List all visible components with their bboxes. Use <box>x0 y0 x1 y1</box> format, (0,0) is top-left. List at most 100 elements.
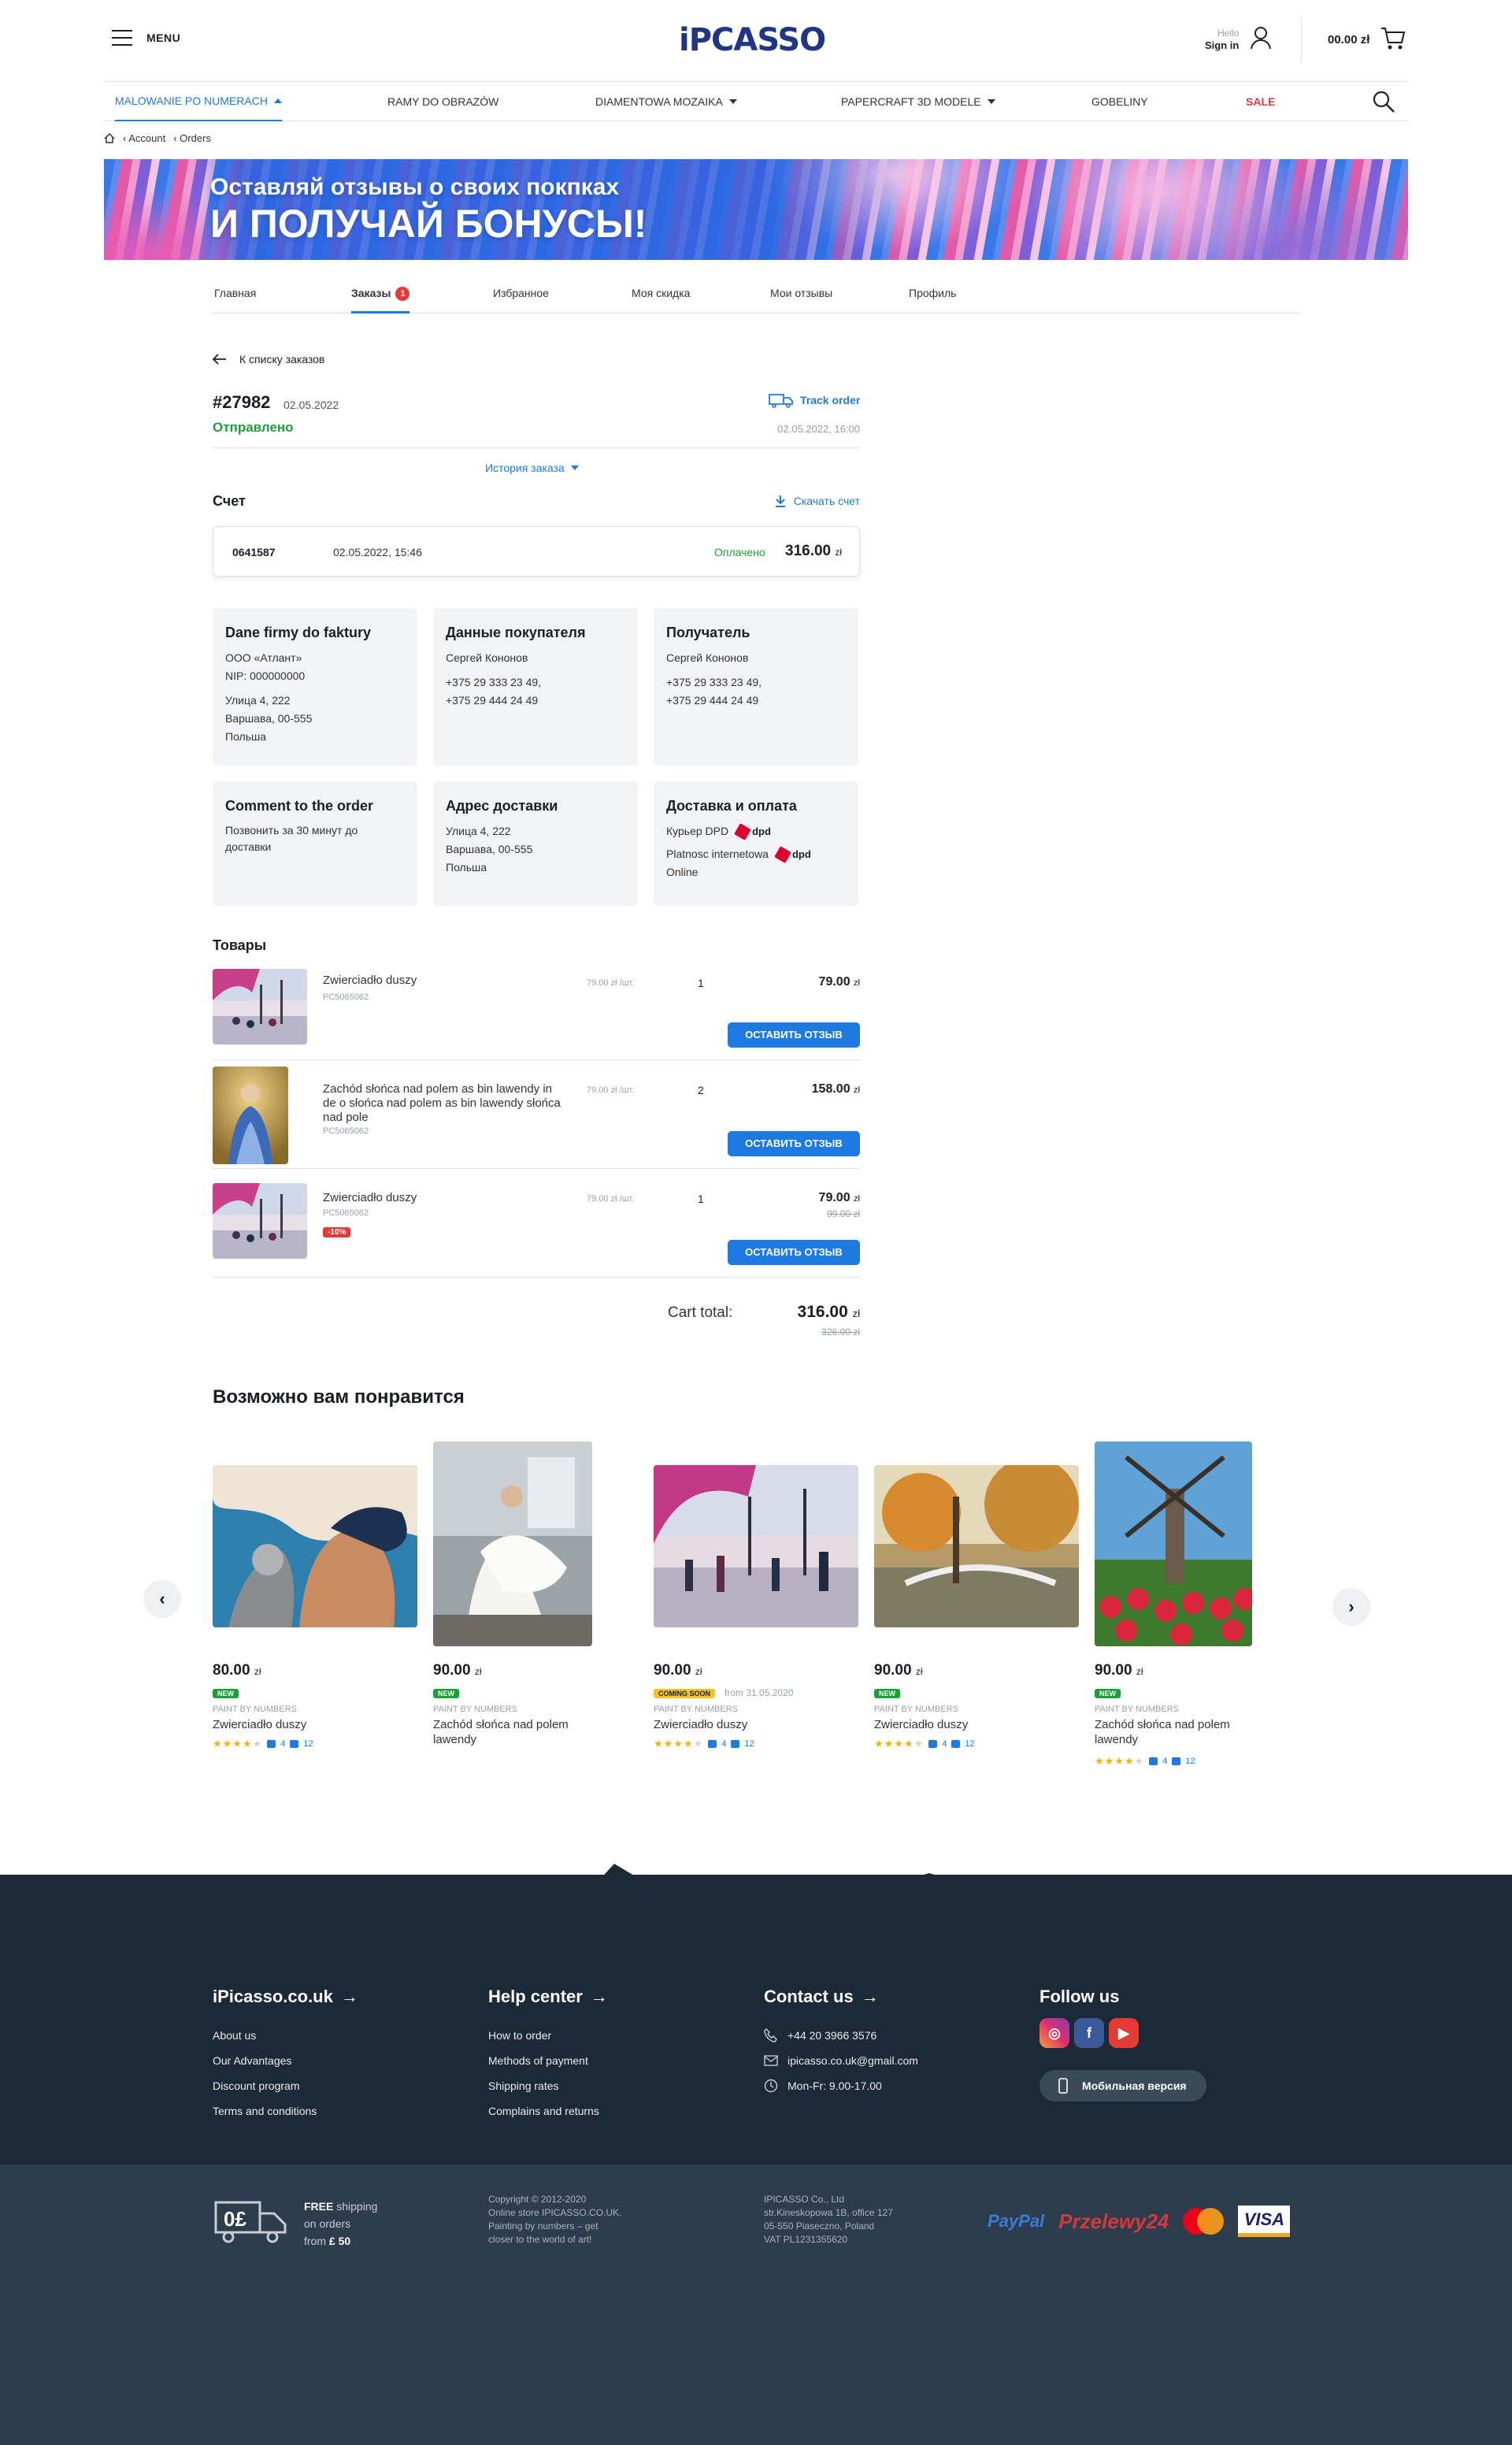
footer-phone[interactable]: +44 20 3966 3576 <box>764 2023 918 2048</box>
nav-item-ramy[interactable]: RAMY DO OBRAZÓW <box>387 82 498 121</box>
product-image[interactable] <box>654 1465 858 1627</box>
coming-soon-date: from 31.05.2020 <box>724 1687 794 1698</box>
sign-in-link[interactable]: Hello Sign in <box>1205 27 1239 52</box>
cart-icon[interactable] <box>1380 25 1406 50</box>
product-image[interactable] <box>874 1465 1079 1627</box>
product-card[interactable]: 80.00 zł NEW PAINT BY NUMBERS Zwierciadł… <box>213 1441 417 1772</box>
nav-item-diamentowa[interactable]: DIAMENTOWA MOZAIKA <box>595 82 737 121</box>
product-card[interactable]: 90.00 zł NEW PAINT BY NUMBERS Zachód sło… <box>1095 1441 1299 1772</box>
product-image[interactable] <box>213 1465 417 1627</box>
footer-link[interactable]: Shipping rates <box>488 2073 608 2098</box>
invoice-status: Оплачено <box>714 546 765 558</box>
chevron-down-icon <box>570 466 579 470</box>
promo-banner[interactable]: Оставляй отзывы о своих покпках И ПОЛУЧА… <box>104 159 1408 260</box>
breadcrumb-account[interactable]: ‹ Account <box>123 132 165 144</box>
user-icon[interactable] <box>1249 25 1273 50</box>
nav-item-gobeliny[interactable]: GOBELINY <box>1091 82 1148 121</box>
clock-icon <box>764 2079 778 2093</box>
cart-total[interactable]: 00.00 zł <box>1328 33 1369 46</box>
caret-up-icon <box>273 98 282 103</box>
product-image[interactable] <box>433 1441 592 1646</box>
breadcrumb-orders[interactable]: ‹ Orders <box>173 132 211 144</box>
site-logo[interactable]: iPCASSO <box>679 22 826 58</box>
leave-review-button[interactable]: Оставить отзыв <box>728 1240 860 1265</box>
comment-icon <box>928 1740 938 1748</box>
footer-col-title[interactable]: Help center → <box>488 1987 608 2007</box>
product-card[interactable]: 90.00 zł NEW PAINT BY NUMBERS Zwierciadł… <box>874 1441 1079 1772</box>
product-name[interactable]: Zachód słońca nad polem lawendy <box>433 1717 591 1747</box>
youtube-icon[interactable]: ▶ <box>1109 2018 1139 2048</box>
product-image[interactable] <box>213 1183 307 1259</box>
leave-review-button[interactable]: Оставить отзыв <box>728 1022 860 1048</box>
footer-link[interactable]: About us <box>213 2023 358 2048</box>
invoice-row[interactable]: 0641587 02.05.2022, 15:46 Оплачено 316.0… <box>213 526 860 577</box>
address-country: Польша <box>446 861 487 874</box>
product-qty: 2 <box>698 1084 704 1096</box>
menu-label: MENU <box>146 32 181 44</box>
footer-col-about: iPicasso.co.uk → About us Our Advantages … <box>213 1987 358 2124</box>
footer-link[interactable]: Our Advantages <box>213 2048 358 2073</box>
footer-link[interactable]: Terms and conditions <box>213 2098 358 2124</box>
product-card[interactable]: 90.00 zł NEW PAINT BY NUMBERS Zachód sło… <box>433 1441 638 1772</box>
product-name[interactable]: Zwierciadło duszy <box>213 1717 370 1732</box>
tab-orders[interactable]: Заказы 1 <box>351 287 410 314</box>
footer-link[interactable]: How to order <box>488 2023 608 2048</box>
instagram-icon[interactable]: ◎ <box>1040 2018 1069 2048</box>
facebook-icon[interactable]: f <box>1074 2018 1104 2048</box>
tab-reviews[interactable]: Мои отзывы <box>770 287 832 314</box>
footer-col-title[interactable]: Contact us → <box>764 1987 918 2007</box>
carousel-next-button[interactable]: › <box>1332 1588 1370 1626</box>
search-icon[interactable] <box>1372 90 1395 113</box>
product-image[interactable] <box>213 1067 288 1164</box>
breadcrumb: ‹ Account ‹ Orders <box>104 132 211 144</box>
footer-email[interactable]: ipicasso.co.uk@gmail.com <box>764 2048 918 2073</box>
arrow-left-icon <box>213 354 226 365</box>
dpd-logo: dpd <box>734 822 771 840</box>
card-title: Адрес доставки <box>446 798 558 814</box>
product-total: 79.00 zł <box>818 975 860 989</box>
product-name[interactable]: Zachód słońca nad polem lawendy <box>1095 1717 1252 1747</box>
product-name[interactable]: Zwierciadło duszy <box>323 974 567 988</box>
product-image[interactable] <box>1095 1441 1252 1646</box>
product-name[interactable]: Zwierciadło duszy <box>874 1717 1032 1732</box>
footer-link[interactable]: Discount program <box>213 2073 358 2098</box>
footer-link[interactable]: Complains and returns <box>488 2098 608 2124</box>
buyer-phone: +375 29 333 23 49, <box>446 676 542 688</box>
orders-count-badge: 1 <box>395 287 410 301</box>
tab-home[interactable]: Главная <box>214 287 256 314</box>
free-shipping-info: 0£ FREE shipping on orders from £ 50 <box>213 2198 377 2250</box>
footer-col-title[interactable]: iPicasso.co.uk → <box>213 1987 358 2007</box>
track-order-link[interactable]: Track order <box>769 392 860 408</box>
delivery-card: Доставка и оплата Курьер DPD dpd Platnosc… <box>654 781 858 906</box>
product-name[interactable]: Zwierciadło duszy <box>323 1191 567 1205</box>
tab-favorites[interactable]: Избранное <box>493 287 549 314</box>
nav-item-papercraft[interactable]: PAPERCRAFT 3D MODELE <box>841 82 995 121</box>
download-invoice-link[interactable]: Скачать счет <box>765 495 860 507</box>
courier-name: Курьер DPD <box>666 825 729 837</box>
product-name[interactable]: Zachód słońca nad polem as bin lawendy i… <box>323 1082 567 1125</box>
tab-profile[interactable]: Профиль <box>909 287 956 314</box>
nav-item-sale[interactable]: SALE <box>1246 82 1275 121</box>
card-title: Получатель <box>666 625 750 640</box>
tab-discount[interactable]: Моя скидка <box>632 287 690 314</box>
product-image[interactable] <box>213 969 307 1044</box>
order-history-toggle[interactable]: История заказа <box>485 462 579 474</box>
mobile-version-button[interactable]: Мобильная версия <box>1040 2070 1206 2102</box>
product-price: 90.00 zł <box>874 1662 923 1679</box>
product-name[interactable]: Zwierciadło duszy <box>654 1717 811 1732</box>
footer-link[interactable]: Methods of payment <box>488 2048 608 2073</box>
order-number: #27982 <box>213 392 271 412</box>
carousel-prev-button[interactable]: ‹ <box>143 1580 181 1618</box>
back-to-orders-link[interactable]: К списку заказов <box>213 353 324 365</box>
product-category: PAINT BY NUMBERS <box>213 1705 297 1714</box>
product-card[interactable]: 90.00 zł COMING SOON from 31.05.2020 PAI… <box>654 1441 858 1772</box>
comment-icon <box>267 1740 276 1748</box>
leave-review-button[interactable]: Оставить отзыв <box>728 1131 860 1156</box>
company-country: Польша <box>225 730 267 743</box>
product-old-total: 99.00 zł <box>826 1208 860 1219</box>
buyer-name: Сергей Кононов <box>446 651 528 664</box>
menu-button[interactable]: MENU <box>112 30 180 46</box>
nav-item-malowanie[interactable]: MALOWANIE PO NUMERACH <box>115 82 282 121</box>
home-icon[interactable] <box>104 133 115 143</box>
comment-text: Позвонить за 30 минут до доставки <box>225 824 358 853</box>
